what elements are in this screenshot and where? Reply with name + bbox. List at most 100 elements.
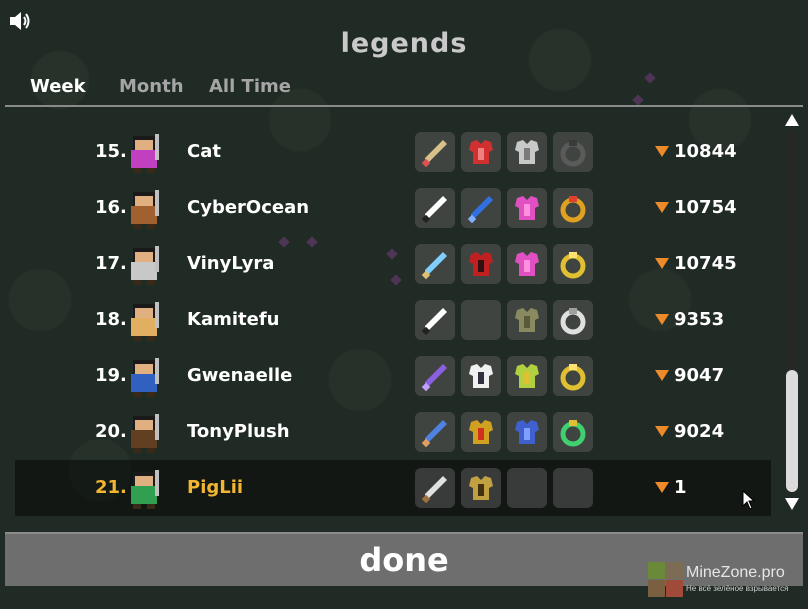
player-name: CyberOcean: [187, 197, 310, 218]
leaderboard-row[interactable]: 21. PigLii 1: [15, 460, 771, 516]
grey-armor-icon: [507, 132, 547, 172]
scroll-thumb[interactable]: [786, 370, 798, 492]
empty-slot: [553, 468, 593, 508]
stone-ring-icon: [553, 132, 593, 172]
rank-number: 21.: [95, 477, 127, 498]
player-avatar-icon: [125, 468, 165, 510]
equipment-slots: [415, 356, 593, 396]
pink-armor-icon: [507, 188, 547, 228]
score-arrow-icon: [655, 481, 669, 493]
score-value: 10745: [674, 253, 737, 274]
player-score: 10745: [655, 253, 737, 274]
scroll-up-icon[interactable]: [785, 114, 799, 126]
player-avatar-icon: [125, 188, 165, 230]
score-arrow-icon: [655, 201, 669, 213]
leaderboard-panel: legends Week Month All Time 15. Cat 10844…: [0, 0, 808, 609]
player-name: TonyPlush: [187, 421, 290, 442]
player-score: 9024: [655, 421, 724, 442]
scroll-down-icon[interactable]: [785, 498, 799, 510]
player-name: PigLii: [187, 477, 244, 498]
tab-all-time[interactable]: All Time: [209, 76, 291, 97]
gold-ring-icon: [553, 356, 593, 396]
equipment-slots: [415, 244, 593, 284]
rank-number: 17.: [95, 253, 127, 274]
red-armor-icon: [461, 132, 501, 172]
player-name: Gwenaelle: [187, 365, 293, 386]
score-value: 9353: [674, 309, 725, 330]
watermark-title: MineZone.pro: [686, 564, 785, 581]
olive-armor-icon: [507, 300, 547, 340]
equipment-slots: [415, 412, 593, 452]
player-avatar-icon: [125, 244, 165, 286]
player-name: VinyLyra: [187, 253, 275, 274]
watermark-logo: MineZone.pro Не всё зелёное взрывается: [648, 562, 804, 602]
rank-number: 18.: [95, 309, 127, 330]
player-score: 10844: [655, 141, 737, 162]
leaderboard-row[interactable]: 15. Cat 10844: [15, 124, 771, 180]
empty-slot: [461, 300, 501, 340]
rank-number: 19.: [95, 365, 127, 386]
period-tabs: Week Month All Time: [0, 74, 808, 104]
score-value: 9047: [674, 365, 725, 386]
leaderboard-row[interactable]: 20. TonyPlush 9024: [15, 404, 771, 460]
mouse-cursor-icon: [742, 489, 756, 510]
scrollbar[interactable]: [781, 112, 803, 516]
player-name: Kamitefu: [187, 309, 280, 330]
player-avatar-icon: [125, 412, 165, 454]
rank-number: 15.: [95, 141, 127, 162]
leaderboard-row[interactable]: 18. Kamitefu 9353: [15, 292, 771, 348]
gold-ring-icon: [553, 244, 593, 284]
gold-red-ring-icon: [553, 188, 593, 228]
purple-spear-icon: [415, 356, 455, 396]
pink-armor-icon: [507, 244, 547, 284]
leaderboard-row[interactable]: 17. VinyLyra 10745: [15, 236, 771, 292]
rank-number: 20.: [95, 421, 127, 442]
blue-armor-icon: [507, 412, 547, 452]
player-name: Cat: [187, 141, 221, 162]
score-arrow-icon: [655, 145, 669, 157]
green-gold-armor-icon: [507, 356, 547, 396]
white-armor-icon: [461, 356, 501, 396]
red-dark-armor-icon: [461, 244, 501, 284]
dark-sword-icon: [415, 300, 455, 340]
rank-number: 16.: [95, 197, 127, 218]
score-value: 10844: [674, 141, 737, 162]
tab-week[interactable]: Week: [30, 76, 86, 97]
ice-spear-icon: [415, 244, 455, 284]
red-helmet-armor-icon: [461, 412, 501, 452]
equipment-slots: [415, 132, 593, 172]
page-title: legends: [340, 28, 468, 59]
equipment-slots: [415, 468, 593, 508]
player-avatar-icon: [125, 356, 165, 398]
player-score: 9047: [655, 365, 724, 386]
player-avatar-icon: [125, 132, 165, 174]
dark-sword-icon: [415, 188, 455, 228]
player-score: 10754: [655, 197, 737, 218]
score-value: 1: [674, 477, 687, 498]
blue-spear-icon: [415, 412, 455, 452]
score-arrow-icon: [655, 369, 669, 381]
gold-hood-icon: [461, 468, 501, 508]
leaderboard-row[interactable]: 16. CyberOcean 10754: [15, 180, 771, 236]
score-arrow-icon: [655, 257, 669, 269]
tab-month[interactable]: Month: [119, 76, 184, 97]
empty-slot: [507, 468, 547, 508]
green-ring-icon: [553, 412, 593, 452]
watermark-subtitle: Не всё зелёное взрывается: [686, 584, 789, 593]
spear-icon: [415, 132, 455, 172]
score-arrow-icon: [655, 425, 669, 437]
leaderboard-row[interactable]: 19. Gwenaelle 9047: [15, 348, 771, 404]
tabs-divider: [5, 105, 803, 107]
short-sword-icon: [415, 468, 455, 508]
equipment-slots: [415, 188, 593, 228]
equipment-slots: [415, 300, 593, 340]
player-score: 1: [655, 477, 687, 498]
player-score: 9353: [655, 309, 724, 330]
score-value: 9024: [674, 421, 725, 442]
blue-sword-icon: [461, 188, 501, 228]
score-arrow-icon: [655, 313, 669, 325]
player-avatar-icon: [125, 300, 165, 342]
score-value: 10754: [674, 197, 737, 218]
leaderboard-list[interactable]: 15. Cat 10844 16. CyberOcean 10754 17. VinyL…: [15, 124, 771, 516]
silver-ring-icon: [553, 300, 593, 340]
